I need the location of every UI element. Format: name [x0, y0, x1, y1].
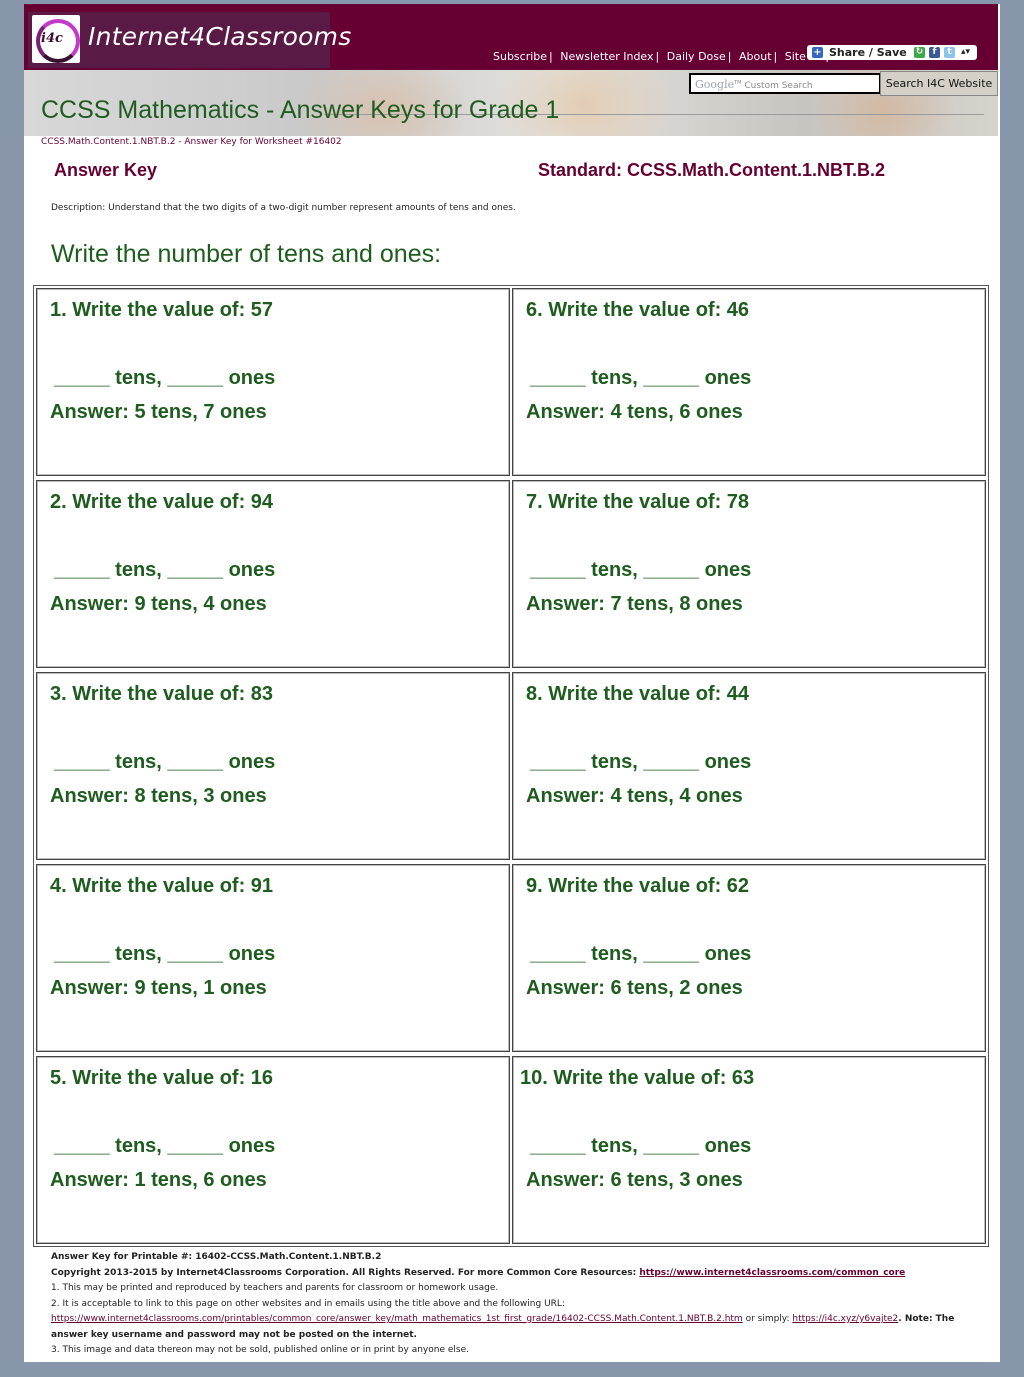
nav-separator: | [655, 50, 660, 63]
problem-answer: Answer: 1 tens, 6 ones [50, 1169, 267, 1191]
nav-separator: | [549, 50, 553, 63]
search-input[interactable]: GoogleTM Custom Search [689, 73, 881, 94]
nav-link-about[interactable]: About [739, 50, 772, 63]
problem-cell: 5. Write the value of: 16 _____ tens, __… [36, 1056, 510, 1244]
page-container: i4c Internet4Classrooms Subscribe | Newsl… [24, 4, 1000, 1362]
facebook-icon[interactable]: f [929, 47, 940, 58]
answer-blanks: _____ tens, _____ ones [54, 1135, 276, 1157]
problem-cell: 3. Write the value of: 83 _____ tens, __… [36, 672, 510, 860]
problem-answer: Answer: 4 tens, 4 ones [526, 785, 743, 807]
site-logo[interactable]: i4c Internet4Classrooms [28, 12, 351, 68]
usage-note-3: 3. This image and data thereon may not b… [51, 1345, 469, 1355]
problem-answer: Answer: 7 tens, 8 ones [526, 593, 743, 615]
problem-question: 5. Write the value of: 16 [50, 1067, 274, 1089]
standard-heading: Standard: CCSS.Math.Content.1.NBT.B.2 [538, 160, 886, 180]
problem-cell: 10. Write the value of: 63 _____ tens, _… [512, 1056, 986, 1244]
copyright-line: Copyright 2013-2015 by Internet4Classroo… [51, 1266, 981, 1282]
or-text: or simply: [742, 1314, 793, 1324]
i4c-logo-icon: i4c [32, 15, 80, 63]
logo-badge-text: i4c [41, 31, 63, 46]
problem-cell: 7. Write the value of: 78 _____ tens, __… [512, 480, 986, 668]
problem-question: 4. Write the value of: 91 [50, 875, 274, 897]
problem-question: 7. Write the value of: 78 [526, 491, 750, 513]
answer-blanks: _____ tens, _____ ones [54, 943, 276, 965]
answer-key-heading: Answer Key [54, 160, 158, 180]
description: Description: Understand that the two dig… [51, 203, 516, 213]
problem-answer: Answer: 6 tens, 3 ones [526, 1169, 743, 1191]
problem-answer: Answer: 9 tens, 1 ones [50, 977, 267, 999]
header-banner: GoogleTM Custom Search Search I4C Websit… [24, 70, 998, 136]
footer: Answer Key for Printable #: 16402-CCSS.M… [51, 1250, 981, 1359]
nav-separator: | [773, 50, 778, 63]
nav-link-newsletter-index[interactable]: Newsletter Index [560, 50, 653, 63]
answer-blanks: _____ tens, _____ ones [54, 367, 276, 389]
breadcrumb[interactable]: CCSS.Math.Content.1.NBT.B.2 - Answer Key… [41, 137, 342, 147]
usage-note-1: 1. This may be printed and reproduced by… [51, 1283, 499, 1293]
share-save-button[interactable]: + Share / Save ↻ f t ▴▾ [807, 45, 977, 60]
answer-blanks: _____ tens, _____ ones [54, 559, 276, 581]
answer-blanks: _____ tens, _____ ones [530, 751, 752, 773]
usage-note-2-urls: https://www.internet4classrooms.com/prin… [51, 1312, 981, 1343]
page-url-link[interactable]: https://www.internet4classrooms.com/prin… [51, 1314, 743, 1324]
problem-answer: Answer: 5 tens, 7 ones [50, 401, 267, 423]
answer-blanks: _____ tens, _____ ones [530, 1135, 752, 1157]
problem-answer: Answer: 8 tens, 3 ones [50, 785, 267, 807]
problem-question: 8. Write the value of: 44 [526, 683, 750, 705]
google-logo: Google [695, 78, 735, 91]
problem-cell: 6. Write the value of: 46 _____ tens, __… [512, 288, 986, 476]
problem-cell: 9. Write the value of: 62 _____ tens, __… [512, 864, 986, 1052]
printable-id: Answer Key for Printable #: 16402-CCSS.M… [51, 1252, 382, 1262]
dropdown-arrows-icon[interactable]: ▴▾ [961, 45, 970, 60]
top-nav: Subscribe | Newsletter Index | Daily Dose |… [493, 50, 833, 63]
problems-grid: 1. Write the value of: 57 _____ tens, __… [33, 285, 989, 1247]
problem-question: 2. Write the value of: 94 [50, 491, 274, 513]
top-bar: i4c Internet4Classrooms Subscribe | Newsl… [24, 4, 998, 70]
answer-blanks: _____ tens, _____ ones [54, 751, 276, 773]
usage-note-2: 2. It is acceptable to link to this page… [51, 1298, 565, 1309]
problem-cell: 1. Write the value of: 57 _____ tens, __… [36, 288, 510, 476]
search-placeholder: Custom Search [744, 81, 813, 91]
share-label: Share / Save [829, 46, 907, 59]
problem-question: 3. Write the value of: 83 [50, 683, 274, 705]
problem-cell: 4. Write the value of: 91 _____ tens, __… [36, 864, 510, 1052]
google-plus-icon[interactable]: ↻ [914, 47, 925, 58]
problem-answer: Answer: 6 tens, 2 ones [526, 977, 743, 999]
short-url-link[interactable]: https://i4c.xyz/y6vajte2 [792, 1314, 898, 1324]
answer-blanks: _____ tens, _____ ones [530, 943, 752, 965]
answer-blanks: _____ tens, _____ ones [530, 367, 752, 389]
nav-link-subscribe[interactable]: Subscribe [493, 50, 547, 63]
problem-answer: Answer: 9 tens, 4 ones [50, 593, 267, 615]
copyright-text: Copyright 2013-2015 by Internet4Classroo… [51, 1267, 640, 1278]
nav-link-daily-dose[interactable]: Daily Dose [667, 50, 726, 63]
problem-question: 10. Write the value of: 63 [520, 1067, 755, 1089]
problem-cell: 2. Write the value of: 94 _____ tens, __… [36, 480, 510, 668]
problem-question: 9. Write the value of: 62 [526, 875, 750, 897]
problem-answer: Answer: 4 tens, 6 ones [526, 401, 743, 423]
answer-blanks: _____ tens, _____ ones [530, 559, 752, 581]
problem-cell: 8. Write the value of: 44 _____ tens, __… [512, 672, 986, 860]
plus-icon: + [812, 47, 823, 58]
twitter-icon[interactable]: t [944, 47, 955, 58]
worksheet-title: Write the number of tens and ones: [51, 240, 442, 268]
nav-separator: | [727, 50, 732, 63]
search-button[interactable]: Search I4C Website [880, 71, 998, 96]
problem-question: 6. Write the value of: 46 [526, 299, 750, 321]
site-name: Internet4Classrooms [88, 22, 352, 51]
page-title: CCSS Mathematics - Answer Keys for Grade… [41, 96, 560, 124]
common-core-link[interactable]: https://www.internet4classrooms.com/comm… [639, 1268, 905, 1278]
problem-question: 1. Write the value of: 57 [50, 299, 274, 321]
